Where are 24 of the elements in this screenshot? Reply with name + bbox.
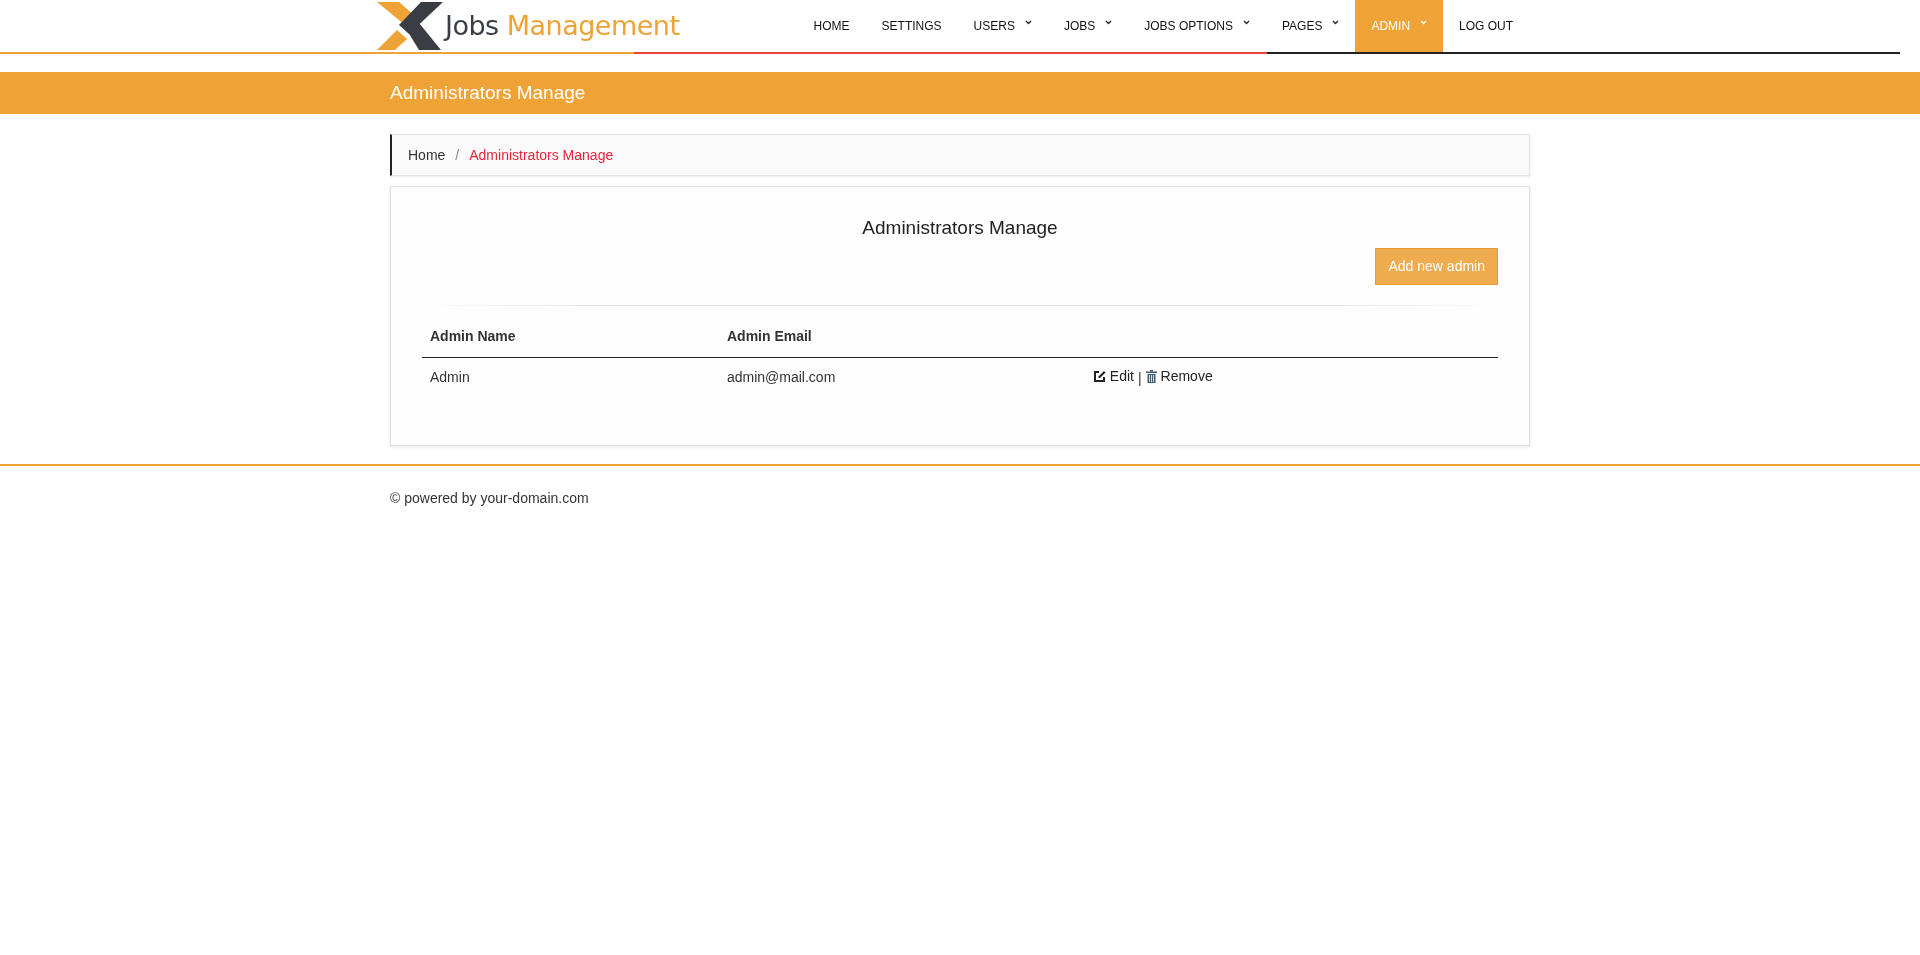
trash-icon bbox=[1145, 369, 1157, 383]
breadcrumb-separator: / bbox=[455, 145, 460, 165]
separator-text: | bbox=[1137, 369, 1142, 386]
logo-icon bbox=[375, 0, 445, 52]
remove-link[interactable]: Remove bbox=[1145, 365, 1213, 387]
nav-link[interactable]: SETTINGS bbox=[865, 0, 958, 52]
panel-title: Administrators Manage bbox=[861, 217, 1059, 240]
column-header: Admin Name bbox=[422, 315, 719, 358]
nav-link[interactable]: JOBS OPTIONS bbox=[1128, 0, 1266, 52]
edit-icon bbox=[1092, 369, 1106, 383]
nav-link[interactable]: PAGES bbox=[1265, 0, 1356, 52]
table-cell: Admin bbox=[422, 357, 719, 397]
edit-link[interactable]: Edit bbox=[1092, 365, 1134, 387]
logo-text: Jobs bbox=[445, 8, 499, 43]
nav-link[interactable]: LOG OUT bbox=[1443, 0, 1530, 52]
nav-link[interactable]: HOME bbox=[797, 0, 866, 52]
nav-link[interactable]: USERS bbox=[957, 0, 1048, 52]
page-title: Administrators Manage bbox=[390, 81, 586, 103]
table-cell: admin@mail.com bbox=[718, 357, 1085, 397]
nav-link[interactable]: JOBS bbox=[1047, 0, 1129, 52]
breadcrumb-link[interactable]: Home bbox=[408, 144, 446, 166]
logo-text: Management bbox=[506, 8, 680, 43]
footer-text: © powered by your-domain.com bbox=[390, 489, 589, 506]
column-header: Admin Email bbox=[718, 315, 1085, 358]
